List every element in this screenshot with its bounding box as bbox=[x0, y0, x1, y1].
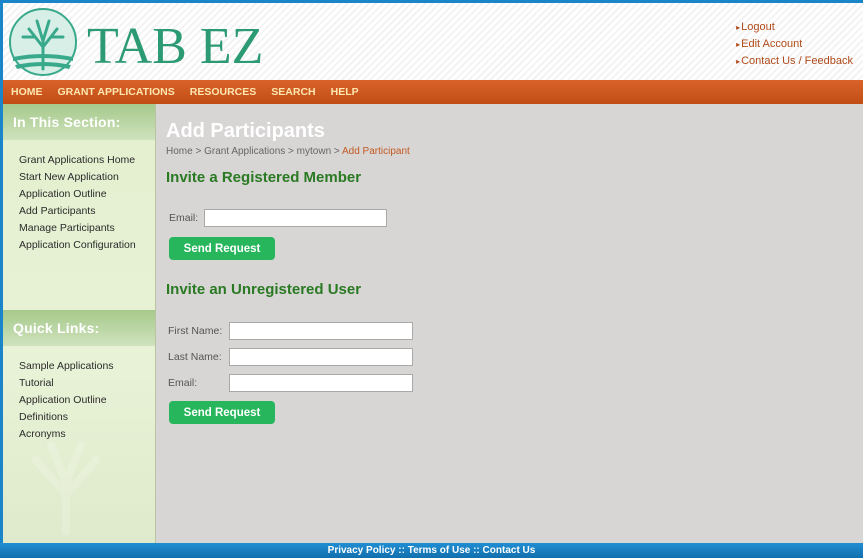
breadcrumb-mytown[interactable]: mytown bbox=[297, 146, 331, 157]
send-request-registered-button[interactable]: Send Request bbox=[169, 237, 275, 260]
registered-email-label: Email: bbox=[169, 212, 199, 224]
unregistered-user-heading: Invite an Unregistered User bbox=[166, 281, 362, 298]
quick-link-sample-applications[interactable]: Sample Applications bbox=[19, 358, 155, 375]
send-request-unregistered-button[interactable]: Send Request bbox=[169, 401, 275, 424]
sidebar: In This Section: Grant Applications Home… bbox=[3, 104, 156, 543]
site-header: TAB EZ ▸Logout ▸Edit Account ▸Contact Us… bbox=[3, 3, 863, 80]
logout-link[interactable]: ▸Logout bbox=[736, 19, 853, 36]
breadcrumb-current: Add Participant bbox=[341, 146, 410, 157]
last-name-input[interactable] bbox=[229, 348, 413, 366]
first-name-input[interactable] bbox=[229, 322, 413, 340]
tree-logo-icon[interactable] bbox=[7, 7, 79, 77]
nav-item-home[interactable]: HOME bbox=[11, 80, 43, 104]
first-name-label: First Name: bbox=[168, 325, 223, 337]
sidebar-item-add-participants[interactable]: Add Participants bbox=[19, 203, 155, 220]
logo-text: TAB EZ bbox=[87, 18, 263, 75]
main-nav: HOME GRANT APPLICATIONS RESOURCES SEARCH… bbox=[3, 80, 863, 105]
sidebar-item-manage-participants[interactable]: Manage Participants bbox=[19, 220, 155, 237]
terms-of-use-link[interactable]: Terms of Use bbox=[408, 545, 471, 556]
breadcrumb: Home > Grant Applications > mytown > Add… bbox=[166, 146, 410, 157]
footer: Privacy Policy :: Terms of Use :: Contac… bbox=[0, 543, 863, 558]
quick-link-tutorial[interactable]: Tutorial bbox=[19, 375, 155, 392]
nav-item-resources[interactable]: RESOURCES bbox=[190, 80, 257, 104]
nav-item-grant-applications[interactable]: GRANT APPLICATIONS bbox=[58, 80, 175, 104]
main-content: Add Participants Home > Grant Applicatio… bbox=[156, 104, 863, 543]
sidebar-item-grant-applications-home[interactable]: Grant Applications Home bbox=[19, 152, 155, 169]
sidebar-item-start-new-application[interactable]: Start New Application bbox=[19, 169, 155, 186]
unregistered-email-input[interactable] bbox=[229, 374, 413, 392]
contact-feedback-link[interactable]: ▸Contact Us / Feedback bbox=[736, 53, 853, 70]
nav-item-help[interactable]: HELP bbox=[331, 80, 359, 104]
breadcrumb-home[interactable]: Home bbox=[166, 146, 193, 157]
utility-links: ▸Logout ▸Edit Account ▸Contact Us / Feed… bbox=[736, 19, 853, 70]
quick-link-definitions[interactable]: Definitions bbox=[19, 409, 155, 426]
privacy-policy-link[interactable]: Privacy Policy bbox=[328, 545, 396, 556]
unregistered-email-label: Email: bbox=[168, 377, 198, 389]
page-frame: TAB EZ ▸Logout ▸Edit Account ▸Contact Us… bbox=[3, 3, 863, 543]
site-logo-wordmark[interactable]: TAB EZ bbox=[87, 7, 267, 77]
sidebar-item-application-outline[interactable]: Application Outline bbox=[19, 186, 155, 203]
quick-link-application-outline[interactable]: Application Outline bbox=[19, 392, 155, 409]
section-nav: Grant Applications Home Start New Applic… bbox=[3, 140, 155, 254]
page-title: Add Participants bbox=[166, 120, 325, 142]
tree-watermark-icon bbox=[32, 441, 100, 535]
nav-item-search[interactable]: SEARCH bbox=[271, 80, 315, 104]
registered-member-heading: Invite a Registered Member bbox=[166, 169, 362, 186]
section-heading: In This Section: bbox=[3, 104, 155, 140]
quick-links-heading: Quick Links: bbox=[3, 310, 155, 346]
registered-email-input[interactable] bbox=[204, 209, 387, 227]
last-name-label: Last Name: bbox=[168, 351, 222, 363]
sidebar-item-application-configuration[interactable]: Application Configuration bbox=[19, 237, 155, 254]
edit-account-link[interactable]: ▸Edit Account bbox=[736, 36, 853, 53]
breadcrumb-grant-applications[interactable]: Grant Applications bbox=[204, 146, 285, 157]
contact-us-link[interactable]: Contact Us bbox=[483, 545, 536, 556]
